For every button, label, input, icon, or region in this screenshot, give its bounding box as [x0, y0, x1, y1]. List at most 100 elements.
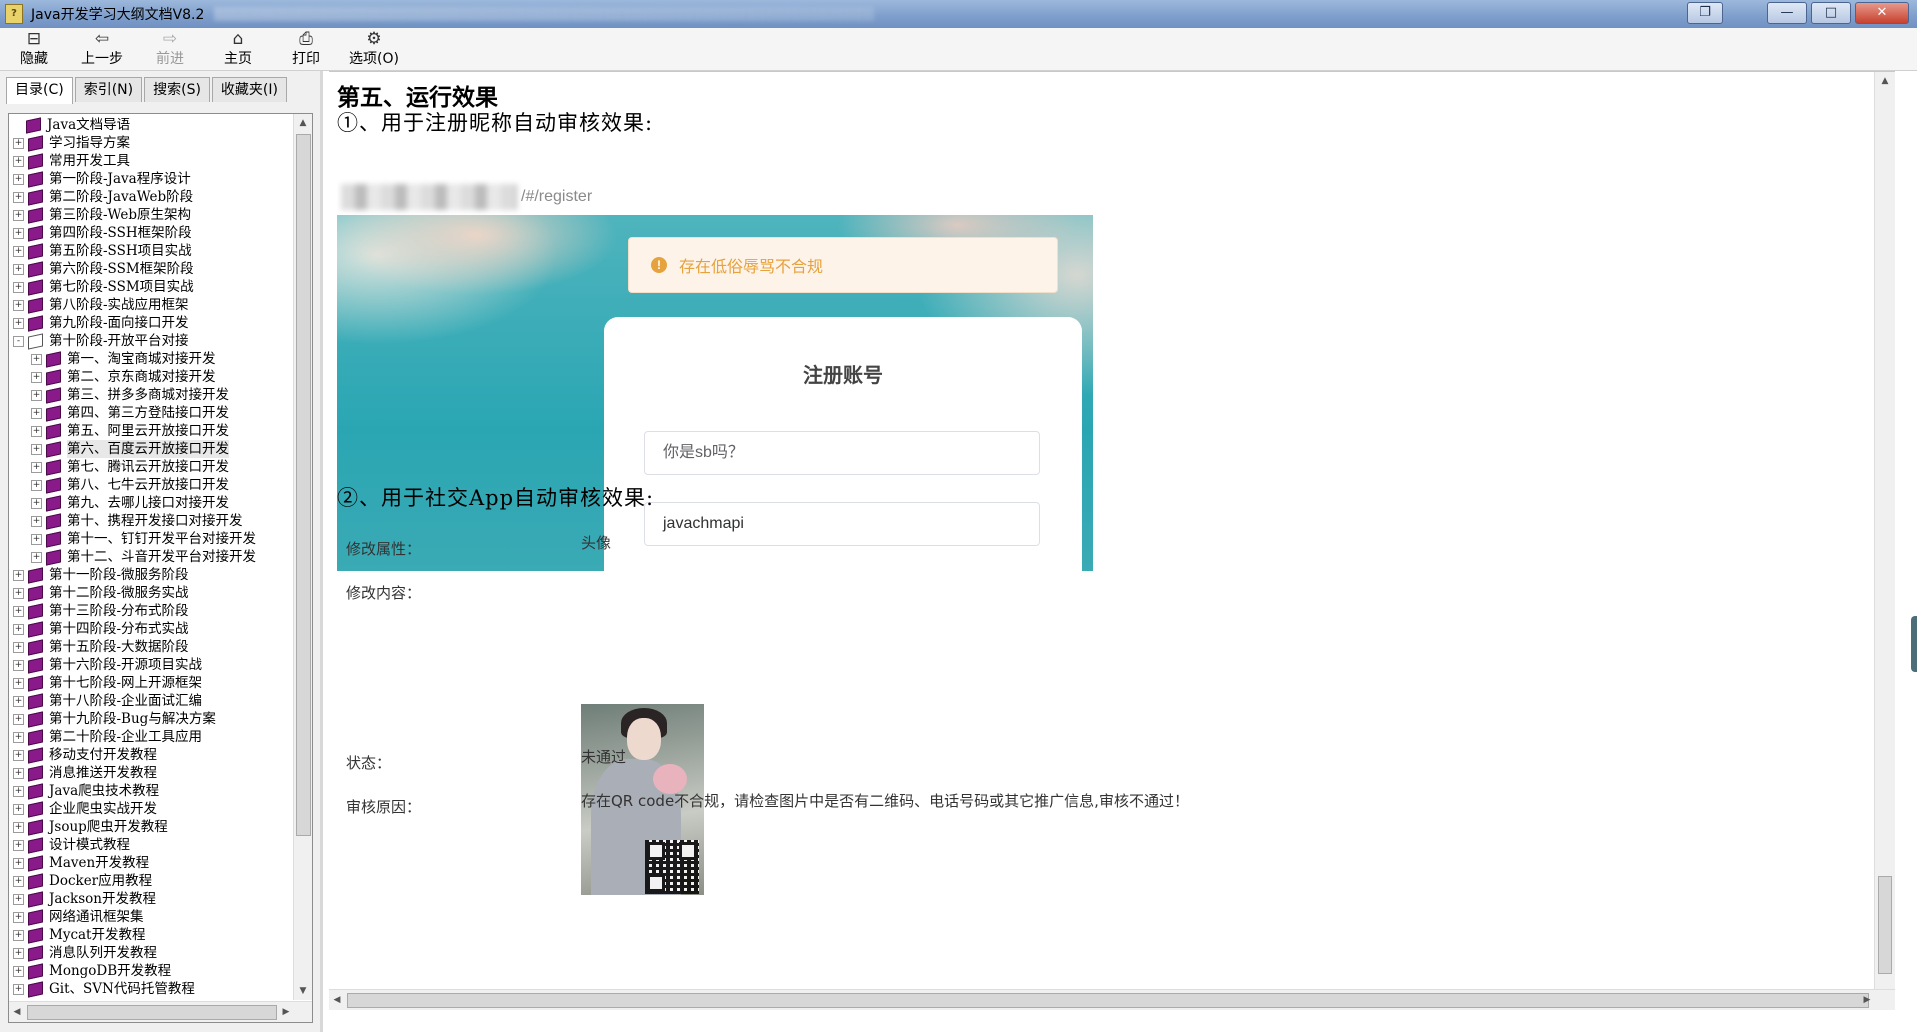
expand-icon[interactable]: +	[31, 479, 42, 491]
expand-icon[interactable]: +	[13, 263, 24, 275]
expand-icon[interactable]: +	[31, 497, 42, 509]
tree-item[interactable]: + 第八、七牛云开放接口开发	[9, 476, 291, 494]
collapse-icon[interactable]: -	[13, 335, 24, 347]
tree-horizontal-scrollbar[interactable]: ◀ ▶	[9, 1001, 312, 1022]
tree-item[interactable]: + Jackson开发教程	[9, 890, 291, 908]
expand-icon[interactable]: +	[13, 317, 24, 329]
expand-icon[interactable]: +	[13, 785, 24, 797]
expand-icon[interactable]: +	[13, 731, 24, 743]
tree-item[interactable]: + 第一阶段-Java程序设计	[9, 170, 291, 188]
tree-item[interactable]: + 第十一阶段-微服务阶段	[9, 566, 291, 584]
scroll-thumb[interactable]	[27, 1005, 277, 1020]
toolbar-button-options[interactable]: ⚙ 选项(O)	[340, 28, 408, 70]
tab-index[interactable]: 索引(N)	[74, 77, 143, 102]
toolbar-button-back[interactable]: ⇦ 上一步	[68, 28, 136, 70]
tree-item[interactable]: + MongoDB开发教程	[9, 962, 291, 980]
tree-item[interactable]: + 第三阶段-Web原生架构	[9, 206, 291, 224]
expand-icon[interactable]: +	[13, 659, 24, 671]
expand-icon[interactable]: +	[31, 533, 42, 545]
tab-contents[interactable]: 目录(C)	[6, 77, 73, 104]
expand-icon[interactable]: +	[13, 155, 24, 167]
tree-item[interactable]: + Docker应用教程	[9, 872, 291, 890]
expand-icon[interactable]: +	[13, 911, 24, 923]
toolbar-button-hide[interactable]: ⊟ 隐藏	[0, 28, 68, 70]
expand-icon[interactable]: +	[13, 299, 24, 311]
tree-item[interactable]: + 第九阶段-面向接口开发	[9, 314, 291, 332]
scroll-thumb[interactable]	[1878, 876, 1892, 974]
tree-item[interactable]: + 第十、携程开发接口对接开发	[9, 512, 291, 530]
scroll-thumb[interactable]	[347, 993, 1869, 1008]
scroll-down-icon[interactable]: ▼	[294, 982, 312, 1000]
tree-item[interactable]: + Git、SVN代码托管教程	[9, 980, 291, 998]
expand-icon[interactable]: +	[13, 893, 24, 905]
scroll-up-icon[interactable]: ▲	[294, 114, 312, 132]
expand-icon[interactable]: +	[13, 137, 24, 149]
tree-item[interactable]: + 第十四阶段-分布式实战	[9, 620, 291, 638]
expand-icon[interactable]: +	[13, 857, 24, 869]
expand-icon[interactable]: +	[13, 569, 24, 581]
expand-icon[interactable]: +	[13, 965, 24, 977]
tree-item[interactable]: + 消息推送开发教程	[9, 764, 291, 782]
tree-item[interactable]: + Mycat开发教程	[9, 926, 291, 944]
expand-icon[interactable]: +	[13, 209, 24, 221]
expand-icon[interactable]: +	[13, 947, 24, 959]
expand-icon[interactable]: +	[13, 803, 24, 815]
expand-icon[interactable]: +	[13, 173, 24, 185]
expand-icon[interactable]: +	[13, 587, 24, 599]
expand-icon[interactable]: +	[31, 371, 42, 383]
tree-item[interactable]: + Java爬虫技术教程	[9, 782, 291, 800]
tree-item[interactable]: + 第八阶段-实战应用框架	[9, 296, 291, 314]
expand-icon[interactable]: +	[13, 227, 24, 239]
tree-item[interactable]: Java文档导语	[9, 116, 291, 134]
contents-tree[interactable]: Java文档导语 + 学习指导方案 + 常用开发工具 + 第一阶段-Java程序设计 + 第二阶…	[9, 116, 291, 1000]
tree-item[interactable]: + 第十七阶段-网上开源框架	[9, 674, 291, 692]
expand-icon[interactable]: +	[13, 191, 24, 203]
scroll-left-icon[interactable]: ◀	[329, 990, 345, 1010]
tree-item[interactable]: + 第七阶段-SSM项目实战	[9, 278, 291, 296]
expand-icon[interactable]: +	[13, 929, 24, 941]
tree-item[interactable]: + 移动支付开发教程	[9, 746, 291, 764]
expand-icon[interactable]: +	[13, 983, 24, 995]
scroll-right-icon[interactable]: ▶	[1859, 990, 1875, 1010]
tree-item[interactable]: + 第十二、斗音开发平台对接开发	[9, 548, 291, 566]
tree-item[interactable]: + 第四、第三方登陆接口开发	[9, 404, 291, 422]
tree-item[interactable]: + 第十三阶段-分布式阶段	[9, 602, 291, 620]
expand-icon[interactable]: +	[13, 605, 24, 617]
tree-item[interactable]: + 第一、淘宝商城对接开发	[9, 350, 291, 368]
tree-item[interactable]: + 第五阶段-SSH项目实战	[9, 242, 291, 260]
expand-icon[interactable]: +	[13, 713, 24, 725]
tab-search[interactable]: 搜索(S)	[144, 77, 210, 102]
tree-item[interactable]: + 第二、京东商城对接开发	[9, 368, 291, 386]
maximize-button[interactable]: □	[1811, 2, 1851, 24]
tree-item[interactable]: + 设计模式教程	[9, 836, 291, 854]
expand-icon[interactable]: +	[13, 767, 24, 779]
expand-icon[interactable]: +	[31, 389, 42, 401]
tree-item[interactable]: + 第四阶段-SSH框架阶段	[9, 224, 291, 242]
toolbar-button-forward[interactable]: ⇨ 前进	[136, 28, 204, 70]
tree-item[interactable]: + 第十九阶段-Bug与解决方案	[9, 710, 291, 728]
expand-icon[interactable]: +	[31, 515, 42, 527]
expand-icon[interactable]: +	[13, 245, 24, 257]
expand-icon[interactable]: +	[13, 281, 24, 293]
tree-item[interactable]: + 第九、去哪儿接口对接开发	[9, 494, 291, 512]
expand-icon[interactable]: +	[13, 875, 24, 887]
tree-item[interactable]: + 第二阶段-JavaWeb阶段	[9, 188, 291, 206]
expand-icon[interactable]: +	[13, 839, 24, 851]
tree-item[interactable]: + 学习指导方案	[9, 134, 291, 152]
tree-item[interactable]: + 第十六阶段-开源项目实战	[9, 656, 291, 674]
tab-favorites[interactable]: 收藏夹(I)	[211, 77, 287, 102]
close-button[interactable]: ✕	[1855, 2, 1909, 24]
tree-item[interactable]: + 第七、腾讯云开放接口开发	[9, 458, 291, 476]
expand-icon[interactable]: +	[13, 821, 24, 833]
scroll-left-icon[interactable]: ◀	[9, 1002, 25, 1022]
expand-icon[interactable]: +	[13, 695, 24, 707]
tree-item[interactable]: + 第十一、钉钉开发平台对接开发	[9, 530, 291, 548]
scroll-thumb[interactable]	[296, 134, 311, 836]
minimize-button[interactable]: —	[1767, 2, 1807, 24]
content-vertical-scrollbar[interactable]: ▲	[1874, 72, 1895, 990]
content-horizontal-scrollbar[interactable]: ◀ ▶	[329, 989, 1895, 1010]
expand-icon[interactable]: +	[13, 677, 24, 689]
tree-item[interactable]: + 第十五阶段-大数据阶段	[9, 638, 291, 656]
tree-item[interactable]: - 第十阶段-开放平台对接	[9, 332, 291, 350]
tree-item[interactable]: + 第十二阶段-微服务实战	[9, 584, 291, 602]
